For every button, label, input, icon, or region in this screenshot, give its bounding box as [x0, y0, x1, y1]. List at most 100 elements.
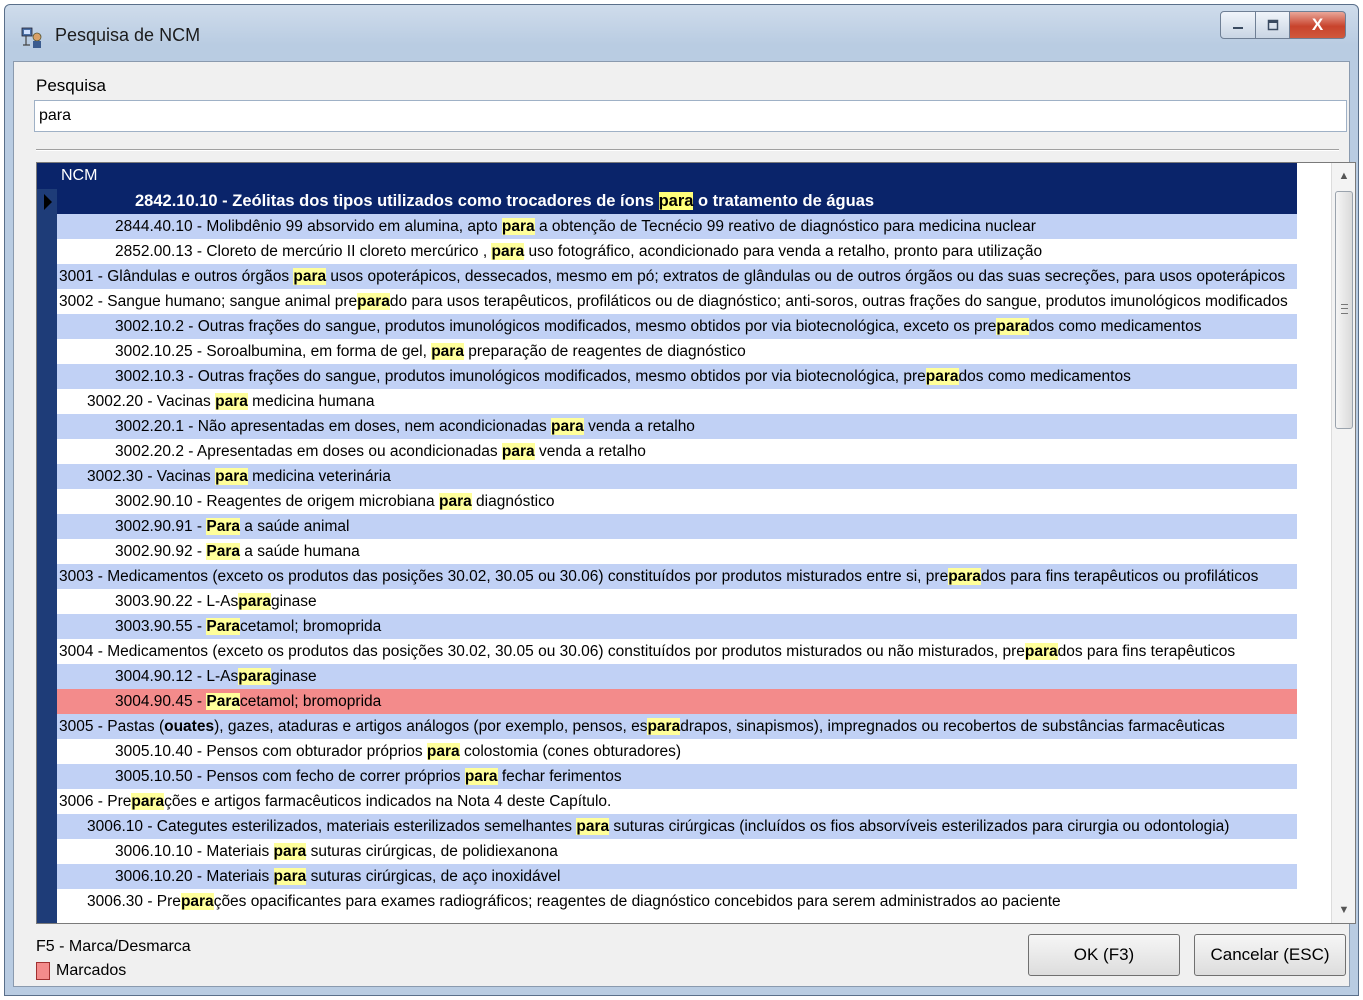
table-row[interactable]: 3006 - Preparações e artigos farmacêutic…: [57, 789, 1297, 814]
cell-text: a obtenção de Tecnécio 99 reativo de dia…: [534, 218, 1036, 235]
cell-text: 3002.10.25 - Soroalbumina, em forma de g…: [115, 343, 432, 360]
table-row[interactable]: 3002.10.2 - Outras frações do sangue, pr…: [57, 314, 1297, 339]
match-highlight: para: [1024, 643, 1058, 660]
cell-text: ginase: [270, 668, 317, 685]
close-button[interactable]: X: [1290, 11, 1346, 39]
table-row[interactable]: 3002.90.91 - Para a saúde animal: [57, 514, 1297, 539]
match-highlight: para: [238, 593, 271, 610]
cell-text: ções opacificantes para exames radiográf…: [213, 893, 1061, 910]
column-header-ncm[interactable]: NCM: [57, 163, 1297, 189]
match-highlight: para: [131, 793, 165, 810]
window-controls: X: [1220, 11, 1346, 39]
table-row[interactable]: 3003.90.22 - L-Asparaginase: [57, 589, 1297, 614]
match-highlight: para: [293, 268, 327, 285]
window-title: Pesquisa de NCM: [55, 25, 201, 45]
table-row[interactable]: 2844.40.10 - Molibdênio 99 absorvido em …: [57, 214, 1297, 239]
cell-text: 3002.20.1 - Não apresentadas em doses, n…: [115, 418, 552, 435]
table-row[interactable]: 3005 - Pastas (ouates), gazes, ataduras …: [57, 714, 1297, 739]
cell-text: a saúde humana: [239, 543, 360, 560]
search-label: Pesquisa: [36, 76, 106, 95]
table-row[interactable]: 3002.90.92 - Para a saúde humana: [57, 539, 1297, 564]
cell-text: 3004 - Medicamentos (exceto os produtos …: [59, 643, 1025, 660]
table-row[interactable]: 3004.90.45 - Paracetamol; bromoprida: [57, 689, 1297, 714]
maximize-icon: [1267, 19, 1278, 31]
table-row[interactable]: 2842.10.10 - Zeólitas dos tipos utilizad…: [57, 189, 1297, 214]
table-row[interactable]: 3002.20 - Vacinas para medicina humana: [57, 389, 1297, 414]
cell-text: 3004.90.12 - L-As: [115, 668, 239, 685]
table-row[interactable]: 3006.10.10 - Materiais para suturas cirú…: [57, 839, 1297, 864]
match-highlight: Para: [206, 618, 240, 635]
cell-text: dos para fins terapêuticos: [1057, 643, 1236, 660]
row-indicator-column: [37, 163, 57, 923]
match-highlight: para: [464, 768, 498, 785]
table-row[interactable]: 3003.90.55 - Paracetamol; bromoprida: [57, 614, 1297, 639]
cell-text: 3004.90.45 -: [115, 693, 207, 710]
ncm-grid[interactable]: NCM 2842.10.10 - Zeólitas dos tipos util…: [36, 162, 1356, 924]
table-row[interactable]: 3006.10 - Categutes esterilizados, mater…: [57, 814, 1297, 839]
legend: Marcados: [36, 962, 126, 980]
ok-button[interactable]: OK (F3): [1028, 934, 1180, 976]
cell-text: 3006.10 - Categutes esterilizados, mater…: [87, 818, 577, 835]
cell-text: ), gazes, ataduras e artigos análogos (p…: [214, 718, 648, 735]
cell-text: ouates: [164, 718, 215, 735]
match-highlight: para: [273, 868, 307, 885]
scroll-thumb[interactable]: [1335, 191, 1353, 429]
match-highlight: para: [658, 192, 694, 210]
cell-text: cetamol; bromoprida: [239, 693, 382, 710]
cell-text: a saúde animal: [239, 518, 350, 535]
close-icon: X: [1311, 15, 1324, 34]
search-input[interactable]: [34, 100, 1347, 132]
table-row[interactable]: 3002.20.2 - Apresentadas em doses ou aco…: [57, 439, 1297, 464]
cell-text: 3002.90.91 -: [115, 518, 207, 535]
table-row[interactable]: 3001 - Glândulas e outros órgãos para us…: [57, 264, 1297, 289]
match-highlight: para: [431, 343, 464, 360]
table-row[interactable]: 3002.10.3 - Outras frações do sangue, pr…: [57, 364, 1297, 389]
cell-text: 3001 - Glândulas e outros órgãos: [59, 268, 294, 285]
match-highlight: para: [357, 293, 390, 310]
minimize-button[interactable]: [1220, 11, 1256, 39]
dialog-body: Pesquisa NCM 2842.10.10 - Zeólitas dos t…: [13, 61, 1356, 987]
current-row-arrow-icon: [44, 194, 52, 210]
table-row[interactable]: 3004.90.12 - L-Asparaginase: [57, 664, 1297, 689]
scroll-up-icon[interactable]: ▲: [1332, 165, 1355, 187]
scroll-down-icon[interactable]: ▼: [1332, 899, 1355, 921]
match-highlight: para: [925, 368, 959, 385]
cell-text: 3002.90.10 - Reagentes de origem microbi…: [115, 493, 439, 510]
table-row[interactable]: 3005.10.40 - Pensos com obturador própri…: [57, 739, 1297, 764]
cell-text: 2844.40.10 - Molibdênio 99 absorvido em …: [115, 218, 502, 235]
table-row[interactable]: 3006.10.20 - Materiais para suturas cirú…: [57, 864, 1297, 889]
cell-text: cetamol; bromoprida: [239, 618, 382, 635]
cell-text: 3002 - Sangue humano; sangue animal pre: [59, 293, 358, 310]
cell-text: ções e artigos farmacêuticos indicados n…: [164, 793, 612, 810]
cell-text: 2842.10.10 - Zeólitas dos tipos utilizad…: [135, 192, 659, 210]
match-highlight: para: [180, 893, 214, 910]
vertical-scrollbar[interactable]: ▲ ▼: [1331, 163, 1355, 923]
match-highlight: para: [551, 418, 584, 435]
match-highlight: para: [238, 668, 271, 685]
cell-text: ginase: [270, 593, 317, 610]
match-highlight: Para: [206, 518, 240, 535]
cell-text: drapos, sinapismos), impregnados ou reco…: [680, 718, 1225, 735]
cell-text: o tratamento de águas: [693, 192, 875, 210]
legend-label: Marcados: [56, 962, 127, 979]
table-row[interactable]: 2852.00.13 - Cloreto de mercúrio II clor…: [57, 239, 1297, 264]
table-row[interactable]: 3005.10.50 - Pensos com fecho de correr …: [57, 764, 1297, 789]
cell-text: fechar ferimentos: [497, 768, 622, 785]
cell-text: dos para fins terapêuticos ou profilátic…: [980, 568, 1259, 585]
title-bar[interactable]: Pesquisa de NCM X: [5, 5, 1358, 61]
table-row[interactable]: 3002.30 - Vacinas para medicina veteriná…: [57, 464, 1297, 489]
cancel-button[interactable]: Cancelar (ESC): [1194, 934, 1346, 976]
match-highlight: para: [426, 743, 460, 760]
cell-text: 2852.00.13 - Cloreto de mercúrio II clor…: [115, 243, 492, 260]
table-row[interactable]: 3003 - Medicamentos (exceto os produtos …: [57, 564, 1297, 589]
cell-text: usos opoterápicos, dessecados, mesmo em …: [326, 268, 1286, 285]
table-row[interactable]: 3006.30 - Preparações opacificantes para…: [57, 889, 1297, 914]
table-row[interactable]: 3002.20.1 - Não apresentadas em doses, n…: [57, 414, 1297, 439]
table-row[interactable]: 3004 - Medicamentos (exceto os produtos …: [57, 639, 1297, 664]
match-highlight: para: [501, 218, 535, 235]
table-row[interactable]: 3002 - Sangue humano; sangue animal prep…: [57, 289, 1297, 314]
table-row[interactable]: 3002.90.10 - Reagentes de origem microbi…: [57, 489, 1297, 514]
maximize-button[interactable]: [1256, 11, 1290, 39]
table-row[interactable]: 3002.10.25 - Soroalbumina, em forma de g…: [57, 339, 1297, 364]
cell-text: preparação de reagentes de diagnóstico: [463, 343, 746, 360]
